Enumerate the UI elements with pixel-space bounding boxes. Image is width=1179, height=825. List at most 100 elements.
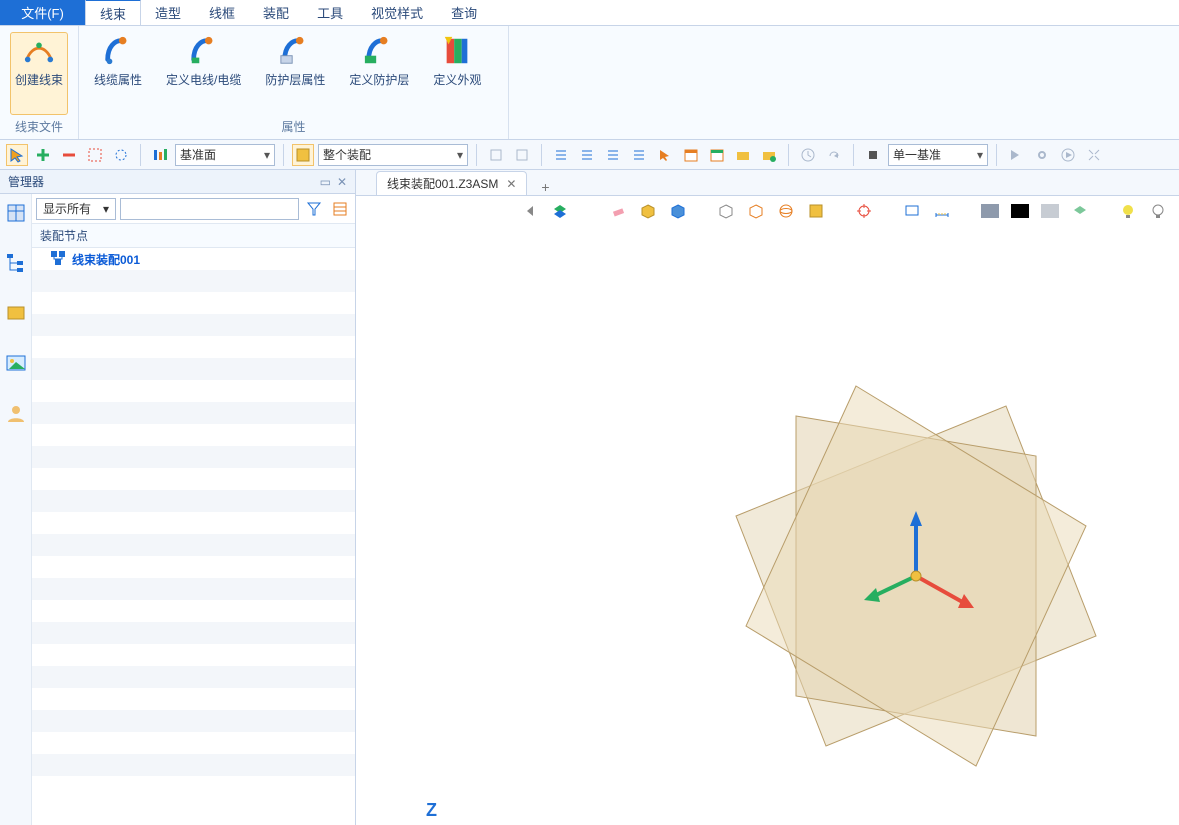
tree-search-input[interactable] [120, 198, 299, 220]
ribbon-group-harness-file: 创建线束 线束文件 [0, 26, 79, 139]
define-wire-label: 定义电线/电缆 [166, 71, 241, 88]
filter-select[interactable]: 显示所有▾ [36, 198, 116, 220]
separator [283, 144, 284, 166]
close-panel-icon[interactable]: ✕ [337, 175, 347, 189]
view-layers-icon[interactable] [549, 200, 571, 222]
calendar2-icon[interactable] [706, 144, 728, 166]
measure-icon[interactable] [931, 200, 953, 222]
separator [996, 144, 997, 166]
screen-icon[interactable] [901, 200, 923, 222]
tab-tools[interactable]: 工具 [303, 0, 357, 25]
canvas-area: 线束装配001.Z3ASM ✕ + [356, 170, 1179, 825]
stop-icon[interactable] [862, 144, 884, 166]
folder-icon[interactable] [732, 144, 754, 166]
box-yellow-icon[interactable] [637, 200, 659, 222]
list-icon-3[interactable] [602, 144, 624, 166]
tab-query[interactable]: 查询 [437, 0, 491, 25]
tree-empty-row [32, 490, 355, 512]
separator [541, 144, 542, 166]
tree-empty-row [32, 270, 355, 292]
tree-empty-row [32, 644, 355, 666]
bulb2-icon[interactable] [1147, 200, 1169, 222]
play-icon[interactable] [1057, 144, 1079, 166]
funnel-icon[interactable] [303, 198, 325, 220]
list-icon-4[interactable] [628, 144, 650, 166]
view-toolbar [356, 196, 1179, 226]
tab-shape[interactable]: 造型 [141, 0, 195, 25]
list-icon-2[interactable] [576, 144, 598, 166]
cube-outline-icon[interactable] [715, 200, 737, 222]
shield-attr-button[interactable]: 防护层属性 [260, 32, 330, 115]
manager-sidebar [0, 194, 32, 825]
define-look-button[interactable]: 定义外观 [428, 32, 486, 115]
eraser-icon[interactable] [607, 200, 629, 222]
tab-assembly[interactable]: 装配 [249, 0, 303, 25]
redo-icon[interactable] [823, 144, 845, 166]
viewport-3d[interactable]: Z [356, 226, 1179, 825]
tb-icon-2[interactable] [511, 144, 533, 166]
datum-mode-select[interactable]: 单一基准▾ [888, 144, 988, 166]
tb-icon-1[interactable] [485, 144, 507, 166]
bulb-icon[interactable] [1117, 200, 1139, 222]
folder2-icon[interactable] [758, 144, 780, 166]
define-wire-button[interactable]: 定义电线/电缆 [161, 32, 246, 115]
filter-label: 显示所有 [43, 200, 91, 217]
expand-icon[interactable] [1083, 144, 1105, 166]
tab-visual[interactable]: 视觉样式 [357, 0, 437, 25]
swatch-grey-icon[interactable] [979, 200, 1001, 222]
define-shield-button[interactable]: 定义防护层 [344, 32, 414, 115]
gear-icon[interactable] [1031, 144, 1053, 166]
tree-empty-row [32, 512, 355, 534]
create-harness-button[interactable]: 创建线束 [10, 32, 68, 115]
sidebar-image-icon[interactable] [3, 350, 29, 376]
datum-plane-select[interactable]: 基准面▾ [175, 144, 275, 166]
swatch-black-icon[interactable] [1009, 200, 1031, 222]
manager-title: 管理器 [8, 173, 44, 190]
file-menu[interactable]: 文件(F) [0, 0, 85, 25]
add-icon[interactable] [32, 144, 54, 166]
tab-harness[interactable]: 线束 [85, 0, 141, 25]
list-view-icon[interactable] [329, 198, 351, 220]
remove-icon[interactable] [58, 144, 80, 166]
cube-orange-icon[interactable] [745, 200, 767, 222]
tree-header: 装配节点 [32, 224, 355, 248]
calendar-icon[interactable] [680, 144, 702, 166]
history-icon[interactable] [797, 144, 819, 166]
filter-bars-icon[interactable] [149, 144, 171, 166]
sidebar-tree-icon[interactable] [3, 250, 29, 276]
assembly-scope-icon[interactable] [292, 144, 314, 166]
separator [476, 144, 477, 166]
new-tab-button[interactable]: + [535, 179, 555, 195]
tree-root-row[interactable]: 线束装配001 [32, 248, 355, 270]
cable-attr-icon [102, 35, 134, 67]
swatch-light-icon[interactable] [1039, 200, 1061, 222]
cable-attr-label: 线缆属性 [94, 71, 142, 88]
minimize-panel-icon[interactable]: ▭ [320, 175, 331, 189]
view-back-icon[interactable] [519, 200, 541, 222]
sidebar-cube-icon[interactable] [3, 200, 29, 226]
tree-empty-row [32, 292, 355, 314]
scope-select[interactable]: 整个装配▾ [318, 144, 468, 166]
cable-attr-button[interactable]: 线缆属性 [89, 32, 147, 115]
box-blue-icon[interactable] [667, 200, 689, 222]
grid-icon[interactable] [805, 200, 827, 222]
document-tab[interactable]: 线束装配001.Z3ASM ✕ [376, 171, 527, 195]
define-shield-icon [363, 35, 395, 67]
group-label-harness-file: 线束文件 [10, 115, 68, 137]
pointer2-icon[interactable] [654, 144, 676, 166]
arrow-icon[interactable] [1005, 144, 1027, 166]
list-icon-1[interactable] [550, 144, 572, 166]
marquee-icon[interactable] [84, 144, 106, 166]
define-look-label: 定义外观 [433, 71, 481, 88]
tab-wireframe[interactable]: 线框 [195, 0, 249, 25]
sphere-icon[interactable] [775, 200, 797, 222]
sidebar-box-icon[interactable] [3, 300, 29, 326]
close-tab-icon[interactable]: ✕ [506, 177, 516, 191]
pointer-tool[interactable] [6, 144, 28, 166]
sidebar-user-icon[interactable] [3, 400, 29, 426]
target-icon[interactable] [853, 200, 875, 222]
tree-area: 显示所有▾ 装配节点 线束装配001 [32, 194, 355, 825]
layers2-icon[interactable] [1069, 200, 1091, 222]
lasso-icon[interactable] [110, 144, 132, 166]
scope-label: 整个装配 [323, 146, 371, 163]
